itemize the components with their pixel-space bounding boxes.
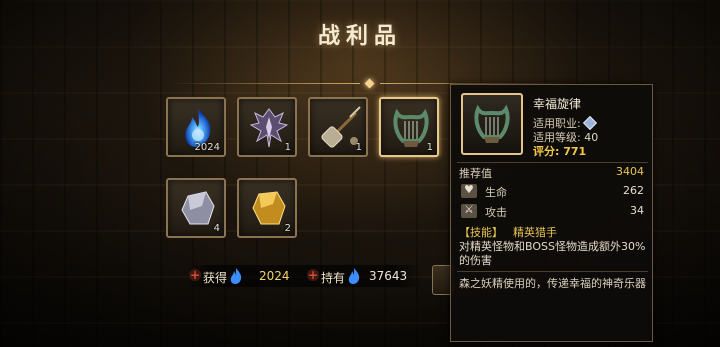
blue-flame-icon: [230, 268, 242, 284]
loot-slot-silver-ore[interactable]: 4: [166, 178, 226, 238]
recommend-label: 推荐值: [459, 167, 492, 180]
loot-count: 1: [355, 142, 362, 153]
level-value: 40: [584, 131, 599, 144]
heart-icon: ♥: [461, 183, 477, 198]
gain-value: 2024: [259, 269, 290, 283]
loot-count: 2: [284, 223, 291, 234]
stat-value: 262: [623, 184, 644, 197]
skill-tag: 【技能】: [459, 226, 503, 239]
score-label: 评分:: [533, 145, 560, 158]
tooltip-item-icon: [461, 93, 523, 155]
job-class-icon: [582, 115, 597, 131]
page-title: 战利品: [317, 24, 402, 49]
resource-bar: + 获得 2024 + 持有 37643: [187, 265, 423, 287]
gain-plus-icon: +: [189, 268, 201, 282]
lyre-icon: [474, 104, 510, 143]
own-label: 持有: [321, 271, 346, 285]
gain-label: 获得: [203, 271, 228, 285]
stat-label: 生命: [485, 186, 507, 199]
skill-name: 精英猎手: [513, 226, 557, 239]
sword-icon: ⚔: [461, 203, 477, 218]
loot-count: 1: [426, 142, 433, 153]
tooltip-item-name: 幸福旋律: [533, 97, 582, 111]
recommend-value: 3404: [616, 165, 644, 178]
item-tooltip: 幸福旋律 适用职业: 适用等级: 40 评分: 771 推荐值 3404 ♥ 生…: [450, 84, 653, 342]
loot-slot-gold-ore[interactable]: 2: [237, 178, 297, 238]
skill-header: 【技能】 精英猎手: [459, 224, 557, 240]
loot-slot-lyre-selected[interactable]: 1: [379, 97, 439, 157]
stat-label: 攻击: [485, 206, 507, 219]
own-plus-icon: +: [307, 268, 319, 282]
blue-flame-icon: [348, 268, 360, 284]
loot-slot-shadow-wing[interactable]: 1: [237, 97, 297, 157]
tooltip-divider: [457, 162, 648, 163]
flavor-text: 森之妖精使用的，传递幸福的神奇乐器: [459, 277, 646, 290]
score-value: 771: [563, 145, 587, 158]
loot-count: 1: [284, 142, 291, 153]
own-value: 37643: [369, 269, 408, 283]
recommend-row: 推荐值 3404: [459, 165, 644, 181]
stat-row-attack: ⚔ 攻击 34: [459, 203, 644, 220]
skill-description: 对精英怪物和BOSS怪物造成额外30%的伤害: [459, 240, 646, 267]
tooltip-score: 评分: 771: [533, 143, 586, 159]
loot-slot-mace[interactable]: 1: [308, 97, 368, 157]
tooltip-divider: [457, 271, 648, 272]
stat-value: 34: [630, 204, 644, 217]
stat-row-hp: ♥ 生命 262: [459, 183, 644, 200]
loot-count: 4: [213, 223, 220, 234]
loot-count: 2024: [194, 142, 220, 153]
loot-slot-blue-flame[interactable]: 2024: [166, 97, 226, 157]
